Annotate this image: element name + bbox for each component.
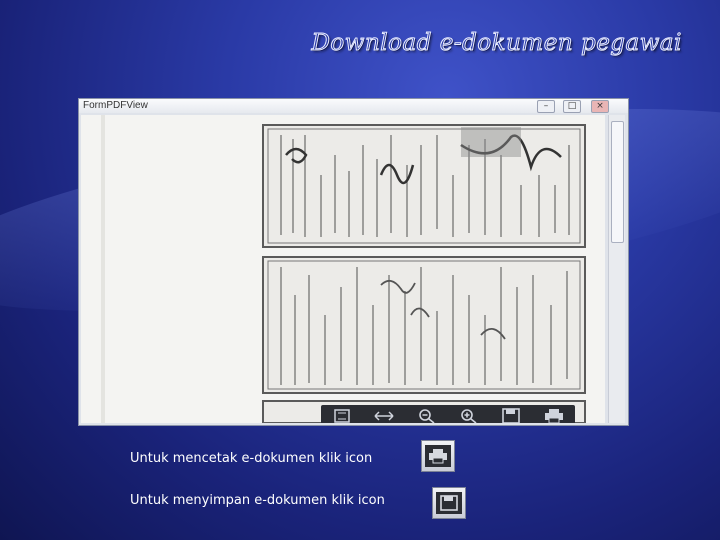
fit-page-icon (334, 409, 350, 423)
zoom-in-button[interactable] (455, 407, 483, 423)
zoom-out-button[interactable] (413, 407, 441, 423)
save-icon (502, 408, 521, 423)
pdf-viewer-window: FormPDFView – □ × (78, 98, 629, 426)
scroll-thumb[interactable] (611, 121, 624, 243)
zoom-in-icon (461, 409, 477, 423)
fit-page-button[interactable] (328, 407, 356, 423)
slide-title: Download e-dokumen pegawai (311, 30, 682, 57)
save-instruction: Untuk menyimpan e-dokumen klik icon (130, 493, 385, 508)
vertical-scrollbar[interactable] (608, 115, 625, 423)
document-view[interactable] (81, 115, 605, 423)
print-instruction: Untuk mencetak e-dokumen klik icon (130, 451, 373, 466)
save-icon (440, 495, 458, 511)
print-icon (429, 449, 447, 464)
minimize-button[interactable]: – (537, 100, 555, 113)
scanned-document-image (81, 115, 605, 423)
maximize-button[interactable]: □ (563, 100, 581, 113)
viewer-toolbar (321, 405, 575, 423)
print-icon-example (421, 440, 455, 472)
save-icon-example (432, 487, 466, 519)
close-button[interactable]: × (591, 100, 609, 113)
zoom-out-icon (419, 409, 435, 423)
window-title: FormPDFView (83, 100, 148, 111)
save-button[interactable] (497, 407, 525, 423)
print-icon (544, 409, 563, 423)
fit-width-icon (374, 411, 395, 421)
window-titlebar: FormPDFView – □ × (79, 99, 628, 113)
print-button[interactable] (540, 407, 568, 423)
fit-width-button[interactable] (370, 407, 398, 423)
